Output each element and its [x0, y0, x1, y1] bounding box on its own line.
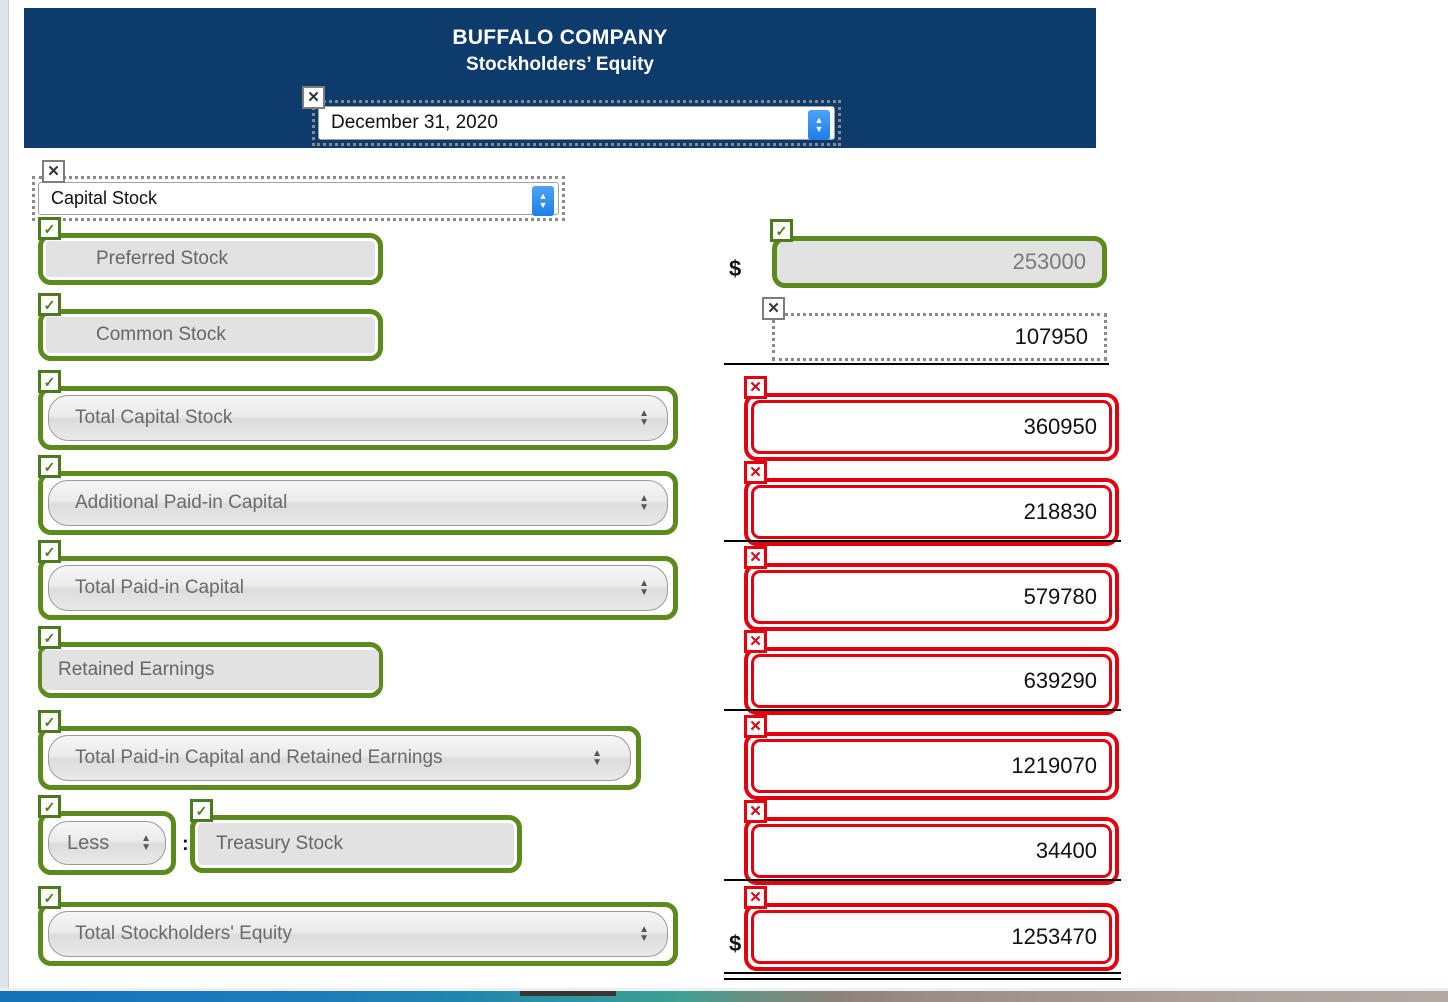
- row-3-value-status-x-icon: ✕: [744, 461, 767, 484]
- section-select-value: Capital Stock: [51, 188, 158, 208]
- row-7-value-input[interactable]: 34400: [752, 825, 1111, 877]
- row-7-value-status-x-icon: ✕: [744, 800, 767, 823]
- page-left-gutter: [0, 0, 8, 991]
- caret-down-icon: ▼: [141, 842, 151, 853]
- row-5-value-input[interactable]: 639290: [752, 655, 1111, 707]
- row-6-value-status-x-icon: ✕: [744, 715, 767, 738]
- row-2-label: Total Capital Stock: [75, 407, 233, 428]
- row-0-value: 253000: [1012, 249, 1086, 274]
- row-1-value-input[interactable]: 107950: [775, 316, 1102, 358]
- row-5-label[interactable]: Retained Earnings: [42, 650, 379, 690]
- section-field-wrapper: Capital Stock ▲ ▼: [32, 176, 565, 221]
- row-6-label: Total Paid-in Capital and Retained Earni…: [75, 747, 443, 768]
- row-0-label-status-check-icon: ✓: [38, 217, 61, 240]
- row-7-label-status-check-icon: ✓: [190, 799, 213, 822]
- row-3-label: Additional Paid-in Capital: [75, 492, 288, 513]
- row-1-label-status-check-icon: ✓: [38, 293, 61, 316]
- row-4-label-select[interactable]: Total Paid-in Capital ▲ ▼: [48, 565, 668, 611]
- row-3-value-input[interactable]: 218830: [752, 486, 1111, 538]
- row-1-subtotal-rule: [724, 363, 1109, 365]
- row-3-label-select[interactable]: Additional Paid-in Capital ▲ ▼: [48, 480, 668, 526]
- row-7-label[interactable]: Treasury Stock: [198, 823, 514, 865]
- row-7-colon: :: [182, 833, 189, 855]
- row-0-currency-symbol: $: [729, 256, 742, 281]
- row-5-label-status-check-icon: ✓: [38, 626, 61, 649]
- section-select-stepper-icon[interactable]: ▲ ▼: [532, 186, 554, 216]
- date-select-value: December 31, 2020: [331, 112, 498, 133]
- caret-down-icon: ▼: [639, 502, 649, 513]
- row-1-value-status-x-icon: ✕: [762, 297, 785, 320]
- row-1-label[interactable]: Common Stock: [46, 317, 375, 353]
- section-select[interactable]: Capital Stock ▲ ▼: [38, 182, 559, 216]
- row-5-subtotal-rule: [724, 709, 1121, 711]
- caret-down-icon: ▼: [592, 757, 602, 768]
- row-3-label-status-check-icon: ✓: [38, 455, 61, 478]
- row-7-prefix-status-check-icon: ✓: [38, 795, 61, 818]
- row-4-value-input[interactable]: 579780: [752, 571, 1111, 623]
- row-2-label-select-arrows-icon[interactable]: ▲ ▼: [639, 409, 649, 428]
- row-4-label-status-check-icon: ✓: [38, 540, 61, 563]
- row-8-label-select[interactable]: Total Stockholders' Equity ▲ ▼: [48, 911, 668, 957]
- page-left-divider: [8, 0, 9, 991]
- row-2-label-select[interactable]: Total Capital Stock ▲ ▼: [48, 395, 668, 441]
- row-8-label-status-check-icon: ✓: [38, 886, 61, 909]
- chevron-down-icon: ▼: [538, 200, 548, 210]
- row-4-label-select-arrows-icon[interactable]: ▲ ▼: [639, 579, 649, 598]
- row-8-total-rule-bottom: [724, 978, 1121, 980]
- section-field-status-x-icon: ✕: [42, 160, 65, 183]
- row-0-value-status-check-icon: ✓: [770, 219, 793, 242]
- row-7-prefix-select[interactable]: Less ▲ ▼: [48, 821, 166, 865]
- company-name: BUFFALO COMPANY: [452, 26, 668, 49]
- row-8-total-rule-top: [724, 972, 1121, 974]
- chevron-down-icon: ▼: [814, 124, 824, 134]
- row-4-label: Total Paid-in Capital: [75, 577, 244, 598]
- row-8-label-select-arrows-icon[interactable]: ▲ ▼: [639, 925, 649, 944]
- row-3-subtotal-rule: [724, 540, 1121, 542]
- statement-title: Stockholders’ Equity: [466, 54, 654, 75]
- row-6-value-input[interactable]: 1219070: [752, 740, 1111, 792]
- row-7-prefix-label: Less: [67, 831, 110, 854]
- row-2-label-status-check-icon: ✓: [38, 370, 61, 393]
- desktop-dock-accent: [520, 991, 616, 996]
- desktop-dock-strip: [0, 991, 1448, 1002]
- date-select-stepper-icon[interactable]: ▲ ▼: [808, 110, 830, 140]
- row-2-value-input[interactable]: 360950: [752, 401, 1111, 453]
- row-6-label-select-arrows-icon[interactable]: ▲ ▼: [592, 749, 602, 768]
- row-7-prefix-select-arrows-icon[interactable]: ▲ ▼: [141, 834, 151, 853]
- row-2-value-status-x-icon: ✕: [744, 376, 767, 399]
- row-7-subtotal-rule: [724, 879, 1121, 881]
- row-4-value-status-x-icon: ✕: [744, 546, 767, 569]
- row-8-value-input[interactable]: 1253470: [752, 911, 1111, 963]
- row-3-label-select-arrows-icon[interactable]: ▲ ▼: [639, 494, 649, 513]
- stockholders-equity-statement: BUFFALO COMPANY Stockholders’ Equity ✕ D…: [24, 8, 1121, 980]
- date-field-wrapper: December 31, 2020 ▲ ▼: [312, 100, 841, 146]
- date-field-status-x-icon: ✕: [302, 86, 325, 109]
- row-8-currency-symbol: $: [729, 931, 742, 956]
- row-8-value-status-x-icon: ✕: [744, 886, 767, 909]
- row-6-label-status-check-icon: ✓: [38, 710, 61, 733]
- date-select[interactable]: December 31, 2020 ▲ ▼: [318, 106, 835, 140]
- caret-down-icon: ▼: [639, 417, 649, 428]
- row-5-value-status-x-icon: ✕: [744, 630, 767, 653]
- row-8-label: Total Stockholders' Equity: [75, 923, 292, 944]
- caret-down-icon: ▼: [639, 933, 649, 944]
- row-6-label-select[interactable]: Total Paid-in Capital and Retained Earni…: [48, 735, 631, 781]
- row-0-label[interactable]: Preferred Stock: [46, 241, 375, 277]
- caret-down-icon: ▼: [639, 587, 649, 598]
